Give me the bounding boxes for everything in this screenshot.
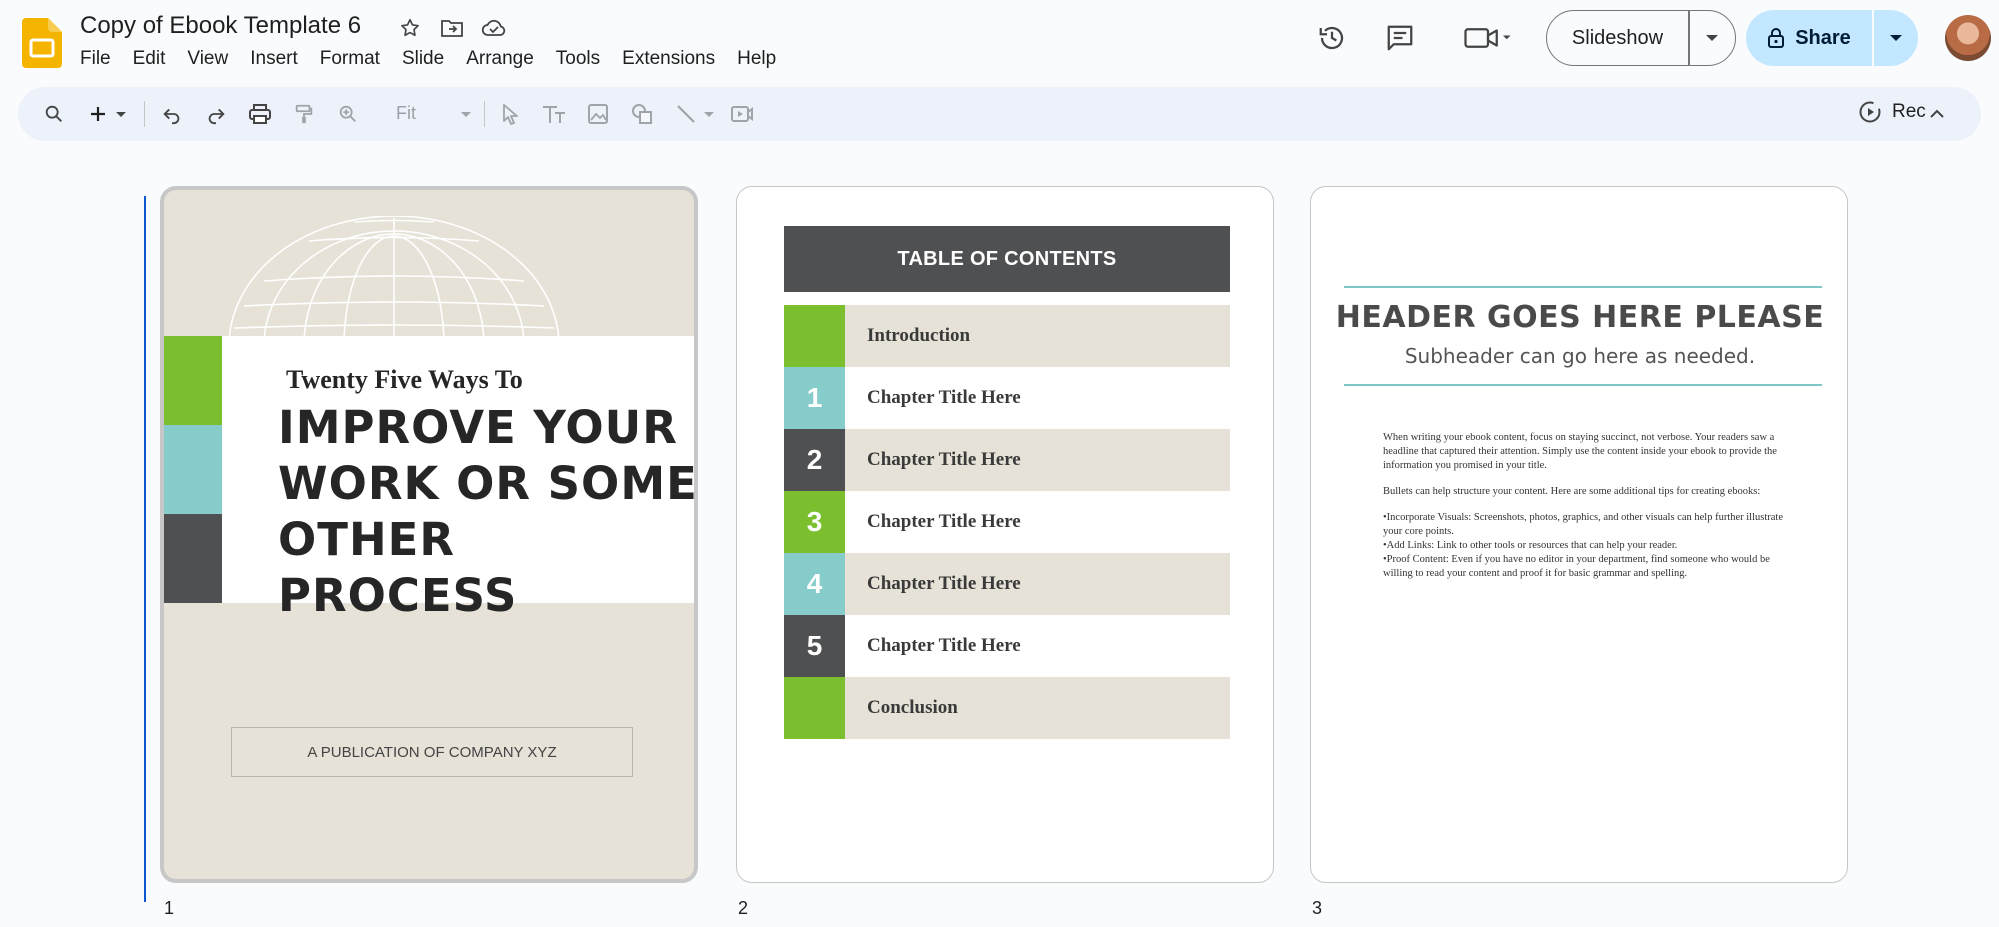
slide-number: 3 (1312, 898, 1323, 918)
share-options-chevron-icon[interactable] (1874, 34, 1919, 42)
menu-tools[interactable]: Tools (545, 48, 611, 70)
menu-extensions[interactable]: Extensions (611, 48, 726, 70)
cloud-saved-icon[interactable] (480, 14, 508, 42)
shape-icon[interactable] (628, 100, 656, 128)
menu-bar: File Edit View Insert Format Slide Arran… (80, 48, 787, 70)
toc-row-number (784, 305, 845, 367)
paint-format-icon[interactable] (290, 100, 318, 128)
cover-kicker: Twenty Five Ways To (286, 365, 523, 394)
comments-icon[interactable] (1380, 18, 1420, 58)
meet-camera-icon[interactable] (1458, 18, 1518, 58)
body-paragraph: Bullets can help structure your content.… (1383, 486, 1761, 497)
menu-slide[interactable]: Slide (391, 48, 455, 70)
toc-list: Introduction 1 Chapter Title Here 2 Chapter … (784, 305, 1230, 739)
image-icon[interactable] (584, 100, 612, 128)
header-rule-top (1344, 286, 1822, 288)
print-icon[interactable] (246, 100, 274, 128)
new-slide-layout-chevron-icon[interactable] (112, 100, 130, 128)
toc-row: 2 Chapter Title Here (784, 429, 1230, 491)
toc-row-number (784, 677, 845, 739)
avatar[interactable] (1945, 15, 1991, 61)
toc-row-label: Chapter Title Here (845, 429, 1230, 491)
search-icon[interactable] (40, 100, 68, 128)
selection-indicator (144, 196, 146, 902)
cover-headline-line: IMPROVE YOUR (278, 401, 678, 454)
toc-row-label: Introduction (845, 305, 1230, 367)
menu-insert[interactable]: Insert (239, 48, 309, 70)
share-button[interactable]: Share (1746, 10, 1918, 66)
cover-color-block-teal (164, 425, 222, 514)
slideshow-options-chevron-icon[interactable] (1690, 34, 1736, 42)
toc-row-label: Chapter Title Here (845, 491, 1230, 553)
toolbar: Fit Rec (18, 87, 1981, 141)
menu-format[interactable]: Format (309, 48, 391, 70)
slide-header: HEADER GOES HERE PLEASE (1335, 300, 1825, 335)
lock-icon (1768, 28, 1785, 48)
new-slide-icon[interactable] (84, 100, 112, 128)
menu-view[interactable]: View (176, 48, 239, 70)
document-title[interactable]: Copy of Ebook Template 6 (80, 12, 361, 40)
zoom-select[interactable]: Fit (396, 103, 416, 124)
header-rule-bottom (1344, 384, 1822, 386)
slide-subheader: Subheader can go here as needed. (1404, 344, 1756, 368)
undo-icon[interactable] (158, 100, 186, 128)
toc-row: 4 Chapter Title Here (784, 553, 1230, 615)
slides-logo-icon[interactable] (22, 18, 62, 68)
toc-heading: TABLE OF CONTENTS (784, 226, 1230, 292)
globe-graphic-icon (228, 216, 560, 346)
toc-row-label: Chapter Title Here (845, 553, 1230, 615)
slide-body-text: When writing your ebook content, focus o… (1383, 431, 1795, 581)
share-label: Share (1795, 26, 1851, 49)
menu-help[interactable]: Help (726, 48, 787, 70)
menu-file[interactable]: File (80, 48, 122, 70)
text-box-icon[interactable] (540, 100, 568, 128)
collapse-toolbar-chevron-icon[interactable] (1923, 100, 1951, 128)
toc-row-number: 4 (784, 553, 845, 615)
toc-row-label: Chapter Title Here (845, 367, 1230, 429)
toc-row: 1 Chapter Title Here (784, 367, 1230, 429)
toc-row: 5 Chapter Title Here (784, 615, 1230, 677)
body-paragraph: When writing your ebook content, focus o… (1383, 432, 1777, 471)
cover-headline: IMPROVE YOUR WORK OR SOME OTHER PROCESS (278, 400, 698, 624)
cover-publication-box: A PUBLICATION OF COMPANY XYZ (231, 727, 633, 777)
toc-row-number: 3 (784, 491, 845, 553)
record-icon (1859, 101, 1881, 123)
slideshow-label: Slideshow (1571, 26, 1664, 49)
slide-thumbnail-2[interactable]: TABLE OF CONTENTS Introduction 1 Chapter T… (736, 186, 1274, 883)
slide-number: 1 (164, 898, 175, 918)
toc-row-number: 2 (784, 429, 845, 491)
toc-row-label: Chapter Title Here (845, 615, 1230, 677)
cover-headline-line: WORK OR SOME (278, 457, 698, 510)
move-to-folder-icon[interactable] (438, 14, 466, 42)
slide-number: 2 (738, 898, 749, 918)
insert-video-icon[interactable] (728, 100, 756, 128)
select-icon[interactable] (496, 100, 524, 128)
zoom-chevron-icon[interactable] (452, 100, 480, 128)
cover-headline-line: OTHER PROCESS (278, 513, 518, 622)
slide-thumbnail-1[interactable]: Twenty Five Ways To IMPROVE YOUR WORK OR… (160, 186, 698, 883)
body-bullet: •Add Links: Link to other tools or resou… (1383, 540, 1678, 551)
toc-row: 3 Chapter Title Here (784, 491, 1230, 553)
body-bullet: •Proof Content: Even if you have no edit… (1383, 554, 1770, 579)
slide-thumbnail-3[interactable]: HEADER GOES HERE PLEASE Subheader can go… (1310, 186, 1848, 883)
line-icon[interactable] (672, 100, 700, 128)
toc-row: Introduction (784, 305, 1230, 367)
rec-button[interactable]: Rec (1858, 100, 1926, 124)
toc-row: Conclusion (784, 677, 1230, 739)
redo-icon[interactable] (202, 100, 230, 128)
cover-color-block-green (164, 336, 222, 425)
star-icon[interactable] (396, 14, 424, 42)
menu-edit[interactable]: Edit (122, 48, 177, 70)
menu-arrange[interactable]: Arrange (455, 48, 545, 70)
toc-row-label: Conclusion (845, 677, 1230, 739)
cover-color-block-gray (164, 514, 222, 603)
line-chevron-icon[interactable] (700, 100, 718, 128)
body-bullet: •Incorporate Visuals: Screenshots, photo… (1383, 512, 1783, 537)
zoom-icon[interactable] (334, 100, 362, 128)
rec-label: Rec (1892, 101, 1926, 122)
toc-row-number: 5 (784, 615, 845, 677)
toc-row-number: 1 (784, 367, 845, 429)
slideshow-button[interactable]: Slideshow (1546, 10, 1736, 66)
version-history-icon[interactable] (1312, 18, 1352, 58)
